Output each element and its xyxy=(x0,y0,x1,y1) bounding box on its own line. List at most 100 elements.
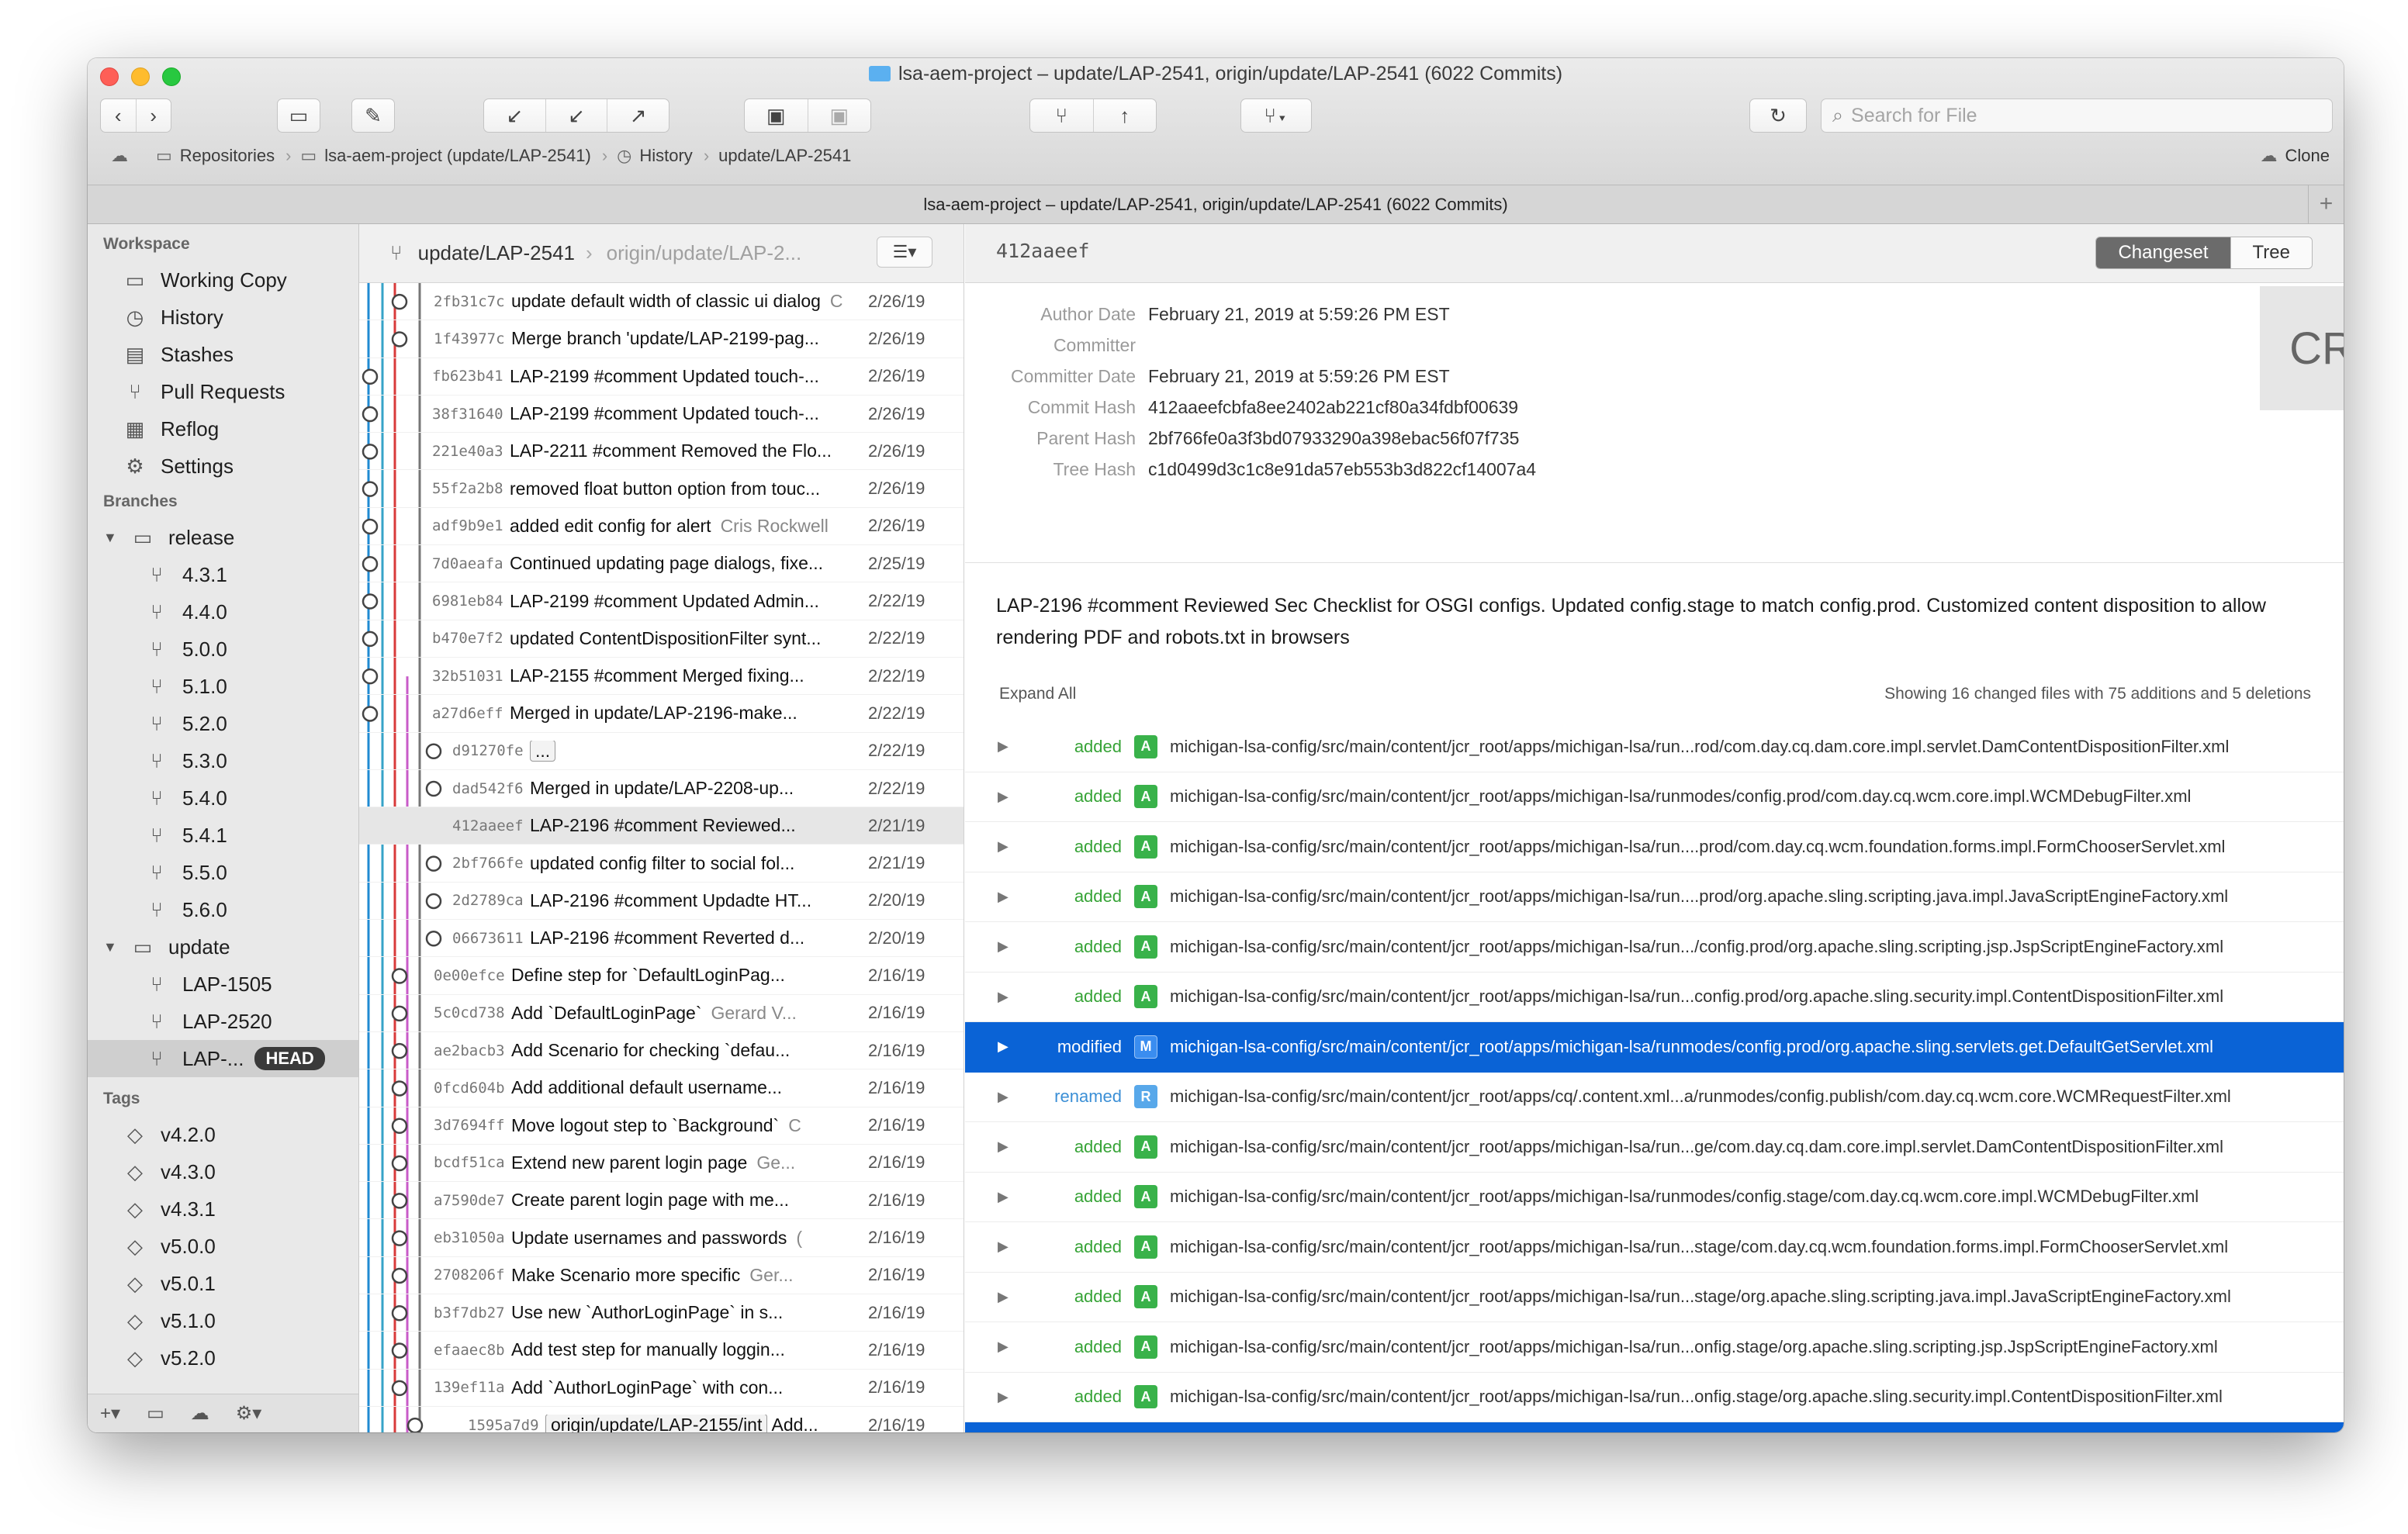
commit-row[interactable]: b3f7db27 Use new `AuthorLoginPage` in s..… xyxy=(359,1294,964,1332)
sidebar-branch-head[interactable]: ⑂ LAP-... HEAD xyxy=(88,1040,358,1077)
sidebar-branch-release-1[interactable]: ⑂ 4.4.0 xyxy=(88,593,358,631)
commit-row[interactable]: 1f43977c Merge branch 'update/LAP-2199-pa… xyxy=(359,320,964,358)
sidebar-branch-update-0[interactable]: ⑂ LAP-1505 xyxy=(88,966,358,1003)
commit-row[interactable]: efaaec8b Add test step for manually loggi… xyxy=(359,1332,964,1370)
changed-file-row[interactable]: ▶ added Amichigan-lsa-config/src/main/cont… xyxy=(965,722,2344,772)
changed-file-row[interactable]: ▶ added Amichigan-lsa-config/src/main/cont… xyxy=(965,1373,2344,1422)
clone-button[interactable]: ☁ Clone xyxy=(2261,139,2330,173)
commit-row[interactable]: 0fcd604b Add additional default username.… xyxy=(359,1069,964,1107)
changed-file-row[interactable]: ▶ added Amichigan-lsa-config/src/main/cont… xyxy=(965,772,2344,822)
sidebar-tag[interactable]: ◇ v4.3.1 xyxy=(88,1190,358,1228)
disclosure-triangle-icon[interactable]: ▶ xyxy=(998,789,1009,805)
commit-row[interactable]: 32b51031 LAP-2155 #comment Merged fixing.… xyxy=(359,658,964,696)
commit-row[interactable]: a7590de7 Create parent login page with me… xyxy=(359,1182,964,1220)
changed-file-row[interactable]: ▶ added Amichigan-lsa-config/src/main/cont… xyxy=(965,872,2344,922)
changed-file-row[interactable]: ▶ renamed Rmichigan-lsa-config/src/main/co… xyxy=(965,1073,2344,1122)
sidebar-tag[interactable]: ◇ v5.1.0 xyxy=(88,1302,358,1339)
stash-button[interactable]: ▣ xyxy=(745,99,808,132)
open-in-finder-button[interactable]: ▭ xyxy=(277,98,320,133)
sidebar-item-reflog[interactable]: ▦ Reflog xyxy=(88,410,358,447)
disclosure-triangle-icon[interactable]: ▶ xyxy=(998,1339,1009,1355)
list-options-button[interactable]: ☰▾ xyxy=(877,237,932,268)
pop-stash-button[interactable]: ▣ xyxy=(808,99,871,132)
sidebar-branch-release-4[interactable]: ⑂ 5.2.0 xyxy=(88,705,358,742)
commit-row[interactable]: 06673611 LAP-2196 #comment Reverted d... 2… xyxy=(359,920,964,958)
tag-button[interactable]: ↑ xyxy=(1094,99,1157,132)
commit-row[interactable]: 412aaeef LAP-2196 #comment Reviewed... 2/2… xyxy=(359,807,964,845)
back-button[interactable]: ‹ xyxy=(101,99,137,132)
commit-row[interactable]: bcdf51ca Extend new parent login page Ge..… xyxy=(359,1145,964,1183)
commit-row[interactable]: 55f2a2b8 removed float button option from… xyxy=(359,470,964,508)
disclosure-triangle-icon[interactable]: ▶ xyxy=(998,1189,1009,1205)
gear-menu-button[interactable]: ⚙▾ xyxy=(236,1402,262,1425)
add-menu-button[interactable]: +▾ xyxy=(100,1402,120,1425)
changed-file-row[interactable]: ▶modifiedMmichigan-lsa-config/src/main/c… xyxy=(965,1022,2344,1073)
disclosure-triangle-icon[interactable]: ▶ xyxy=(998,889,1009,905)
commit-row[interactable]: ae2bacb3 Add Scenario for checking `defau… xyxy=(359,1032,964,1070)
pull-button[interactable]: ↙ xyxy=(546,99,608,132)
sidebar-branch-release-0[interactable]: ⑂ 4.3.1 xyxy=(88,556,358,593)
sidebar-branch-release-5[interactable]: ⑂ 5.3.0 xyxy=(88,742,358,779)
commit-row[interactable]: adf9b9e1 added edit config for alert Cris … xyxy=(359,508,964,546)
disclosure-triangle-icon[interactable]: ▶ xyxy=(998,1389,1009,1405)
changed-file-row[interactable]: ▶ added Amichigan-lsa-config/src/main/cont… xyxy=(965,1322,2344,1373)
breadcrumb-history[interactable]: ◷ History xyxy=(617,146,693,166)
changed-file-row[interactable]: ▶ added Amichigan-lsa-config/src/main/cont… xyxy=(965,1273,2344,1322)
sidebar-tag[interactable]: ◇ v4.2.0 xyxy=(88,1116,358,1153)
inbox-button[interactable]: ▭ xyxy=(147,1402,164,1425)
sidebar-item-settings[interactable]: ⚙ Settings xyxy=(88,447,358,485)
fetch-button[interactable]: ↙ xyxy=(484,99,546,132)
sidebar-branch-update-1[interactable]: ⑂ LAP-2520 xyxy=(88,1003,358,1040)
changeset-tab[interactable]: Changeset xyxy=(2096,237,2230,268)
breadcrumb-branch[interactable]: update/LAP-2541 xyxy=(718,146,851,166)
changed-file-row[interactable]: ▶ added Amichigan-lsa-config/src/main/cont… xyxy=(965,822,2344,872)
commit-row[interactable]: b470e7f2 updated ContentDispositionFilter… xyxy=(359,620,964,658)
commit-row[interactable]: 2fb31c7c update default width of classic … xyxy=(359,283,964,321)
merge-menu-button[interactable]: ⑂▾ xyxy=(1240,98,1312,133)
changed-file-row[interactable]: ▶ added Amichigan-lsa-config/src/main/cont… xyxy=(965,1122,2344,1173)
commit-row[interactable]: fb623b41 LAP-2199 #comment Updated touch-… xyxy=(359,358,964,396)
disclosure-triangle-icon[interactable]: ▶ xyxy=(998,938,1009,955)
changed-file-row[interactable]: ▶ added Amichigan-lsa-config/src/main/cont… xyxy=(965,1222,2344,1273)
commit-row[interactable]: 2d2789ca LAP-2196 #comment Updadte HT... 2… xyxy=(359,883,964,921)
disclosure-triangle-icon[interactable]: ▶ xyxy=(998,1289,1009,1305)
sidebar-item-history[interactable]: ◷ History xyxy=(88,299,358,336)
commit-row[interactable]: 2708206f Make Scenario more specific Ger..… xyxy=(359,1257,964,1295)
commit-row[interactable]: dad542f6 Merged in update/LAP-2208-up... 2… xyxy=(359,770,964,808)
commit-row[interactable]: 5c0cd738 Add `DefaultLoginPage` Gerard V..… xyxy=(359,995,964,1032)
sidebar-folder-update[interactable]: ▼ ▭ update xyxy=(88,928,358,966)
commit-row[interactable]: 2bf766fe updated config filter to social … xyxy=(359,845,964,883)
cloud-button[interactable]: ☁ xyxy=(191,1402,209,1425)
cloud-icon[interactable]: ☁ xyxy=(111,146,128,166)
disclosure-triangle-icon[interactable]: ▶ xyxy=(998,989,1009,1005)
disclosure-triangle-icon[interactable]: ▶ xyxy=(998,1089,1009,1105)
commit-row[interactable]: a27d6eff Merged in update/LAP-2196-make..… xyxy=(359,695,964,733)
changed-file-row[interactable]: ▶ added Amichigan-lsa-config/src/main/cont… xyxy=(965,922,2344,973)
sidebar-branch-release-9[interactable]: ⑂ 5.6.0 xyxy=(88,891,358,928)
disclosure-triangle-icon[interactable]: ▶ xyxy=(998,1239,1009,1255)
sidebar-tag[interactable]: ◇ v5.0.1 xyxy=(88,1265,358,1302)
disclosure-triangle-icon[interactable]: ▶ xyxy=(998,838,1009,855)
changed-file-row[interactable]: ▶modifiedMmichigan-lsa-config/src/main/c… xyxy=(965,1422,2344,1432)
disclosure-triangle-icon[interactable]: ▶ xyxy=(998,1038,1009,1055)
document-tab[interactable]: lsa-aem-project – update/LAP-2541, origi… xyxy=(88,185,2344,224)
breadcrumb-repositories[interactable]: ▭ Repositories xyxy=(156,146,275,166)
refresh-button[interactable]: ↻ xyxy=(1749,98,1807,133)
commit-row[interactable]: 1595a7d9 origin/update/LAP-2155/int Add..… xyxy=(359,1407,964,1432)
commit-row[interactable]: 7d0aeafa Continued updating page dialogs,… xyxy=(359,545,964,583)
forward-button[interactable]: › xyxy=(137,99,171,132)
sidebar-item-stashes[interactable]: ▤ Stashes xyxy=(88,336,358,373)
sidebar-branch-release-3[interactable]: ⑂ 5.1.0 xyxy=(88,668,358,705)
sidebar-tag[interactable]: ◇ v4.3.0 xyxy=(88,1153,358,1190)
commit-row[interactable]: 6981eb84 LAP-2199 #comment Updated Admin.… xyxy=(359,582,964,620)
new-tab-button[interactable]: + xyxy=(2308,185,2344,224)
commit-row[interactable]: 139ef11a Add `AuthorLoginPage` with con..… xyxy=(359,1370,964,1407)
disclosure-triangle-icon[interactable]: ▶ xyxy=(998,738,1009,755)
sidebar-tag[interactable]: ◇ v5.2.0 xyxy=(88,1339,358,1377)
commit-row[interactable]: 3d7694ff Move logout step to `Background`… xyxy=(359,1107,964,1145)
sidebar-branch-release-8[interactable]: ⑂ 5.5.0 xyxy=(88,854,358,891)
sidebar-branch-release-6[interactable]: ⑂ 5.4.0 xyxy=(88,779,358,817)
commit-row[interactable]: 0e00efce Define step for `DefaultLoginPag… xyxy=(359,957,964,995)
changed-file-row[interactable]: ▶ added Amichigan-lsa-config/src/main/cont… xyxy=(965,1173,2344,1222)
commit-row[interactable]: 38f31640 LAP-2199 #comment Updated touch-… xyxy=(359,396,964,434)
